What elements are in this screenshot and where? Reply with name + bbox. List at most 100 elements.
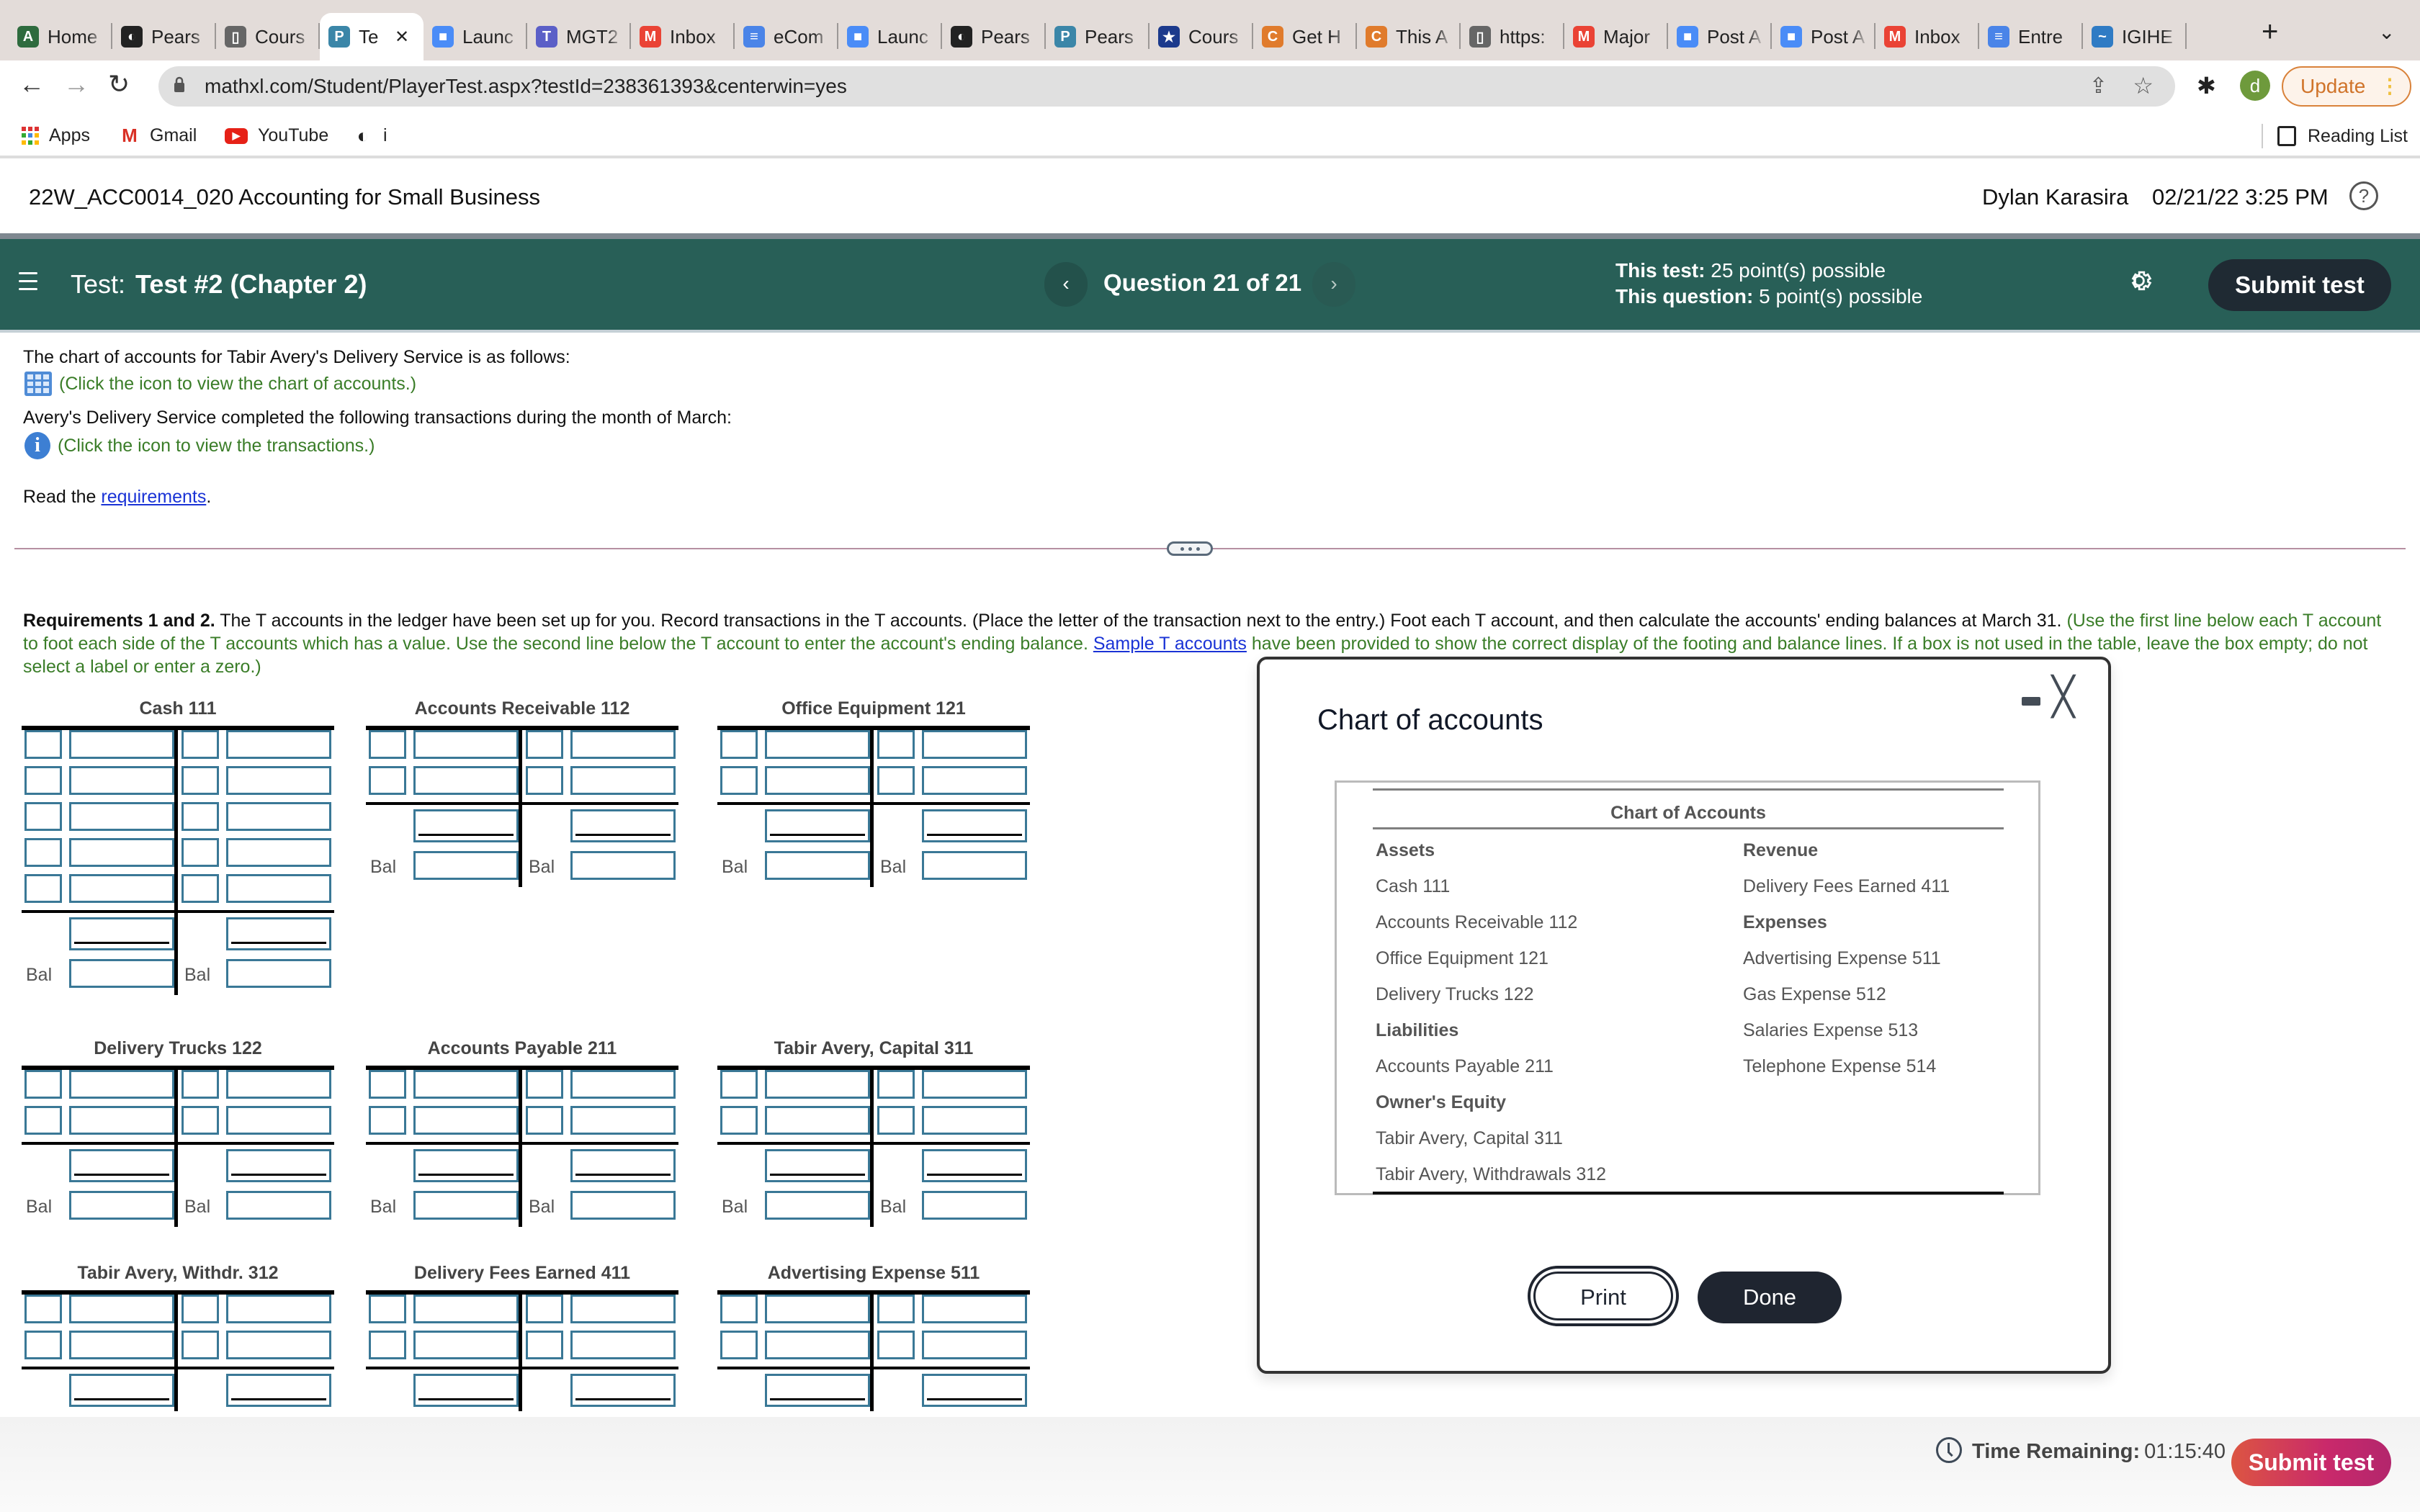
debit-letter-input[interactable] [369,1295,406,1323]
browser-tab[interactable]: ★ Cours [1150,13,1253,60]
debit-letter-input[interactable] [369,1331,406,1359]
debit-amount-input[interactable] [413,1295,519,1323]
debit-letter-input[interactable] [24,730,62,759]
debit-amount-input[interactable] [765,1070,870,1099]
debit-amount-input[interactable] [765,1295,870,1323]
debit-balance-input[interactable] [69,959,174,988]
debit-letter-input[interactable] [24,874,62,903]
reading-list-button[interactable]: Reading List [2262,124,2408,148]
debit-letter-input[interactable] [24,802,62,831]
debit-footing-input[interactable] [69,917,174,950]
credit-amount-input[interactable] [226,1106,331,1135]
url-text[interactable]: mathxl.com/Student/PlayerTest.aspx?testI… [205,75,847,98]
browser-tab[interactable]: ◐ Pears [942,13,1046,60]
credit-amount-input[interactable] [570,766,676,795]
debit-letter-input[interactable] [24,838,62,867]
debit-amount-input[interactable] [765,1106,870,1135]
credit-letter-input[interactable] [526,730,563,759]
sample-t-accounts-link[interactable]: Sample T accounts [1093,634,1247,654]
credit-letter-input[interactable] [877,766,915,795]
requirements-link[interactable]: requirements [101,487,206,507]
debit-footing-input[interactable] [69,1149,174,1182]
credit-amount-input[interactable] [570,1106,676,1135]
credit-amount-input[interactable] [922,766,1027,795]
credit-amount-input[interactable] [922,1331,1027,1359]
debit-letter-input[interactable] [24,1106,62,1135]
credit-amount-input[interactable] [570,730,676,759]
browser-tab[interactable]: ≡ eCom [735,13,838,60]
browser-tab[interactable]: M Inbox [631,13,735,60]
credit-letter-input[interactable] [182,874,219,903]
browser-tab[interactable]: C This A [1357,13,1461,60]
settings-gear-icon[interactable] [2123,265,2155,297]
debit-balance-input[interactable] [765,1191,870,1220]
credit-footing-input[interactable] [922,809,1027,842]
credit-letter-input[interactable] [877,1070,915,1099]
credit-footing-input[interactable] [226,917,331,950]
credit-letter-input[interactable] [526,1331,563,1359]
update-button[interactable]: Update ⋮ [2282,66,2411,107]
credit-amount-input[interactable] [570,1295,676,1323]
new-tab-button[interactable]: + [2262,16,2278,48]
browser-tab[interactable]: ■ Post A [1772,13,1876,60]
browser-tab[interactable]: ◐ Pears [112,13,216,60]
credit-letter-input[interactable] [182,1295,219,1323]
debit-amount-input[interactable] [765,1331,870,1359]
debit-footing-input[interactable] [413,1374,519,1407]
debit-footing-input[interactable] [413,809,519,842]
credit-letter-input[interactable] [182,802,219,831]
credit-amount-input[interactable] [570,1070,676,1099]
bookmark-star-icon[interactable]: ☆ [2133,72,2154,99]
close-tab-icon[interactable]: ✕ [395,27,409,48]
debit-amount-input[interactable] [69,1106,174,1135]
credit-footing-input[interactable] [226,1374,331,1407]
previous-question-button[interactable]: ‹ [1044,262,1088,307]
debit-amount-input[interactable] [69,874,174,903]
back-arrow-icon[interactable]: ← [19,69,45,99]
browser-tab[interactable]: ▯ Cours [216,13,320,60]
credit-letter-input[interactable] [182,1106,219,1135]
bookmark-gmail[interactable]: M Gmail [120,125,197,146]
credit-amount-input[interactable] [226,838,331,867]
browser-tab[interactable]: T MGT2 [527,13,631,60]
minimize-icon[interactable] [2022,697,2040,706]
credit-letter-input[interactable] [526,1295,563,1323]
debit-balance-input[interactable] [413,1191,519,1220]
debit-balance-input[interactable] [69,1191,174,1220]
credit-amount-input[interactable] [226,1331,331,1359]
credit-amount-input[interactable] [226,730,331,759]
transactions-link-row[interactable]: i (Click the icon to view the transactio… [24,432,375,459]
credit-amount-input[interactable] [922,730,1027,759]
debit-amount-input[interactable] [69,1331,174,1359]
debit-footing-input[interactable] [413,1149,519,1182]
credit-footing-input[interactable] [922,1374,1027,1407]
chart-of-accounts-link-row[interactable]: (Click the icon to view the chart of acc… [24,372,416,396]
credit-letter-input[interactable] [182,838,219,867]
print-button[interactable]: Print [1528,1266,1679,1326]
credit-letter-input[interactable] [182,766,219,795]
credit-letter-input[interactable] [182,1070,219,1099]
credit-footing-input[interactable] [922,1149,1027,1182]
debit-amount-input[interactable] [69,766,174,795]
browser-tab[interactable]: C Get H [1253,13,1357,60]
credit-letter-input[interactable] [526,1070,563,1099]
debit-footing-input[interactable] [765,809,870,842]
bookmark-apps[interactable]: Apps [22,125,90,146]
chart-of-accounts-link[interactable]: (Click the icon to view the chart of acc… [59,374,416,395]
debit-letter-input[interactable] [720,766,758,795]
submit-test-button-top[interactable]: Submit test [2208,259,2391,311]
credit-letter-input[interactable] [877,730,915,759]
debit-amount-input[interactable] [765,766,870,795]
credit-balance-input[interactable] [570,1191,676,1220]
credit-amount-input[interactable] [226,874,331,903]
credit-amount-input[interactable] [922,1070,1027,1099]
debit-letter-input[interactable] [720,1295,758,1323]
debit-amount-input[interactable] [413,1070,519,1099]
debit-letter-input[interactable] [720,1070,758,1099]
debit-letter-input[interactable] [369,766,406,795]
debit-footing-input[interactable] [765,1374,870,1407]
debit-amount-input[interactable] [69,1295,174,1323]
close-icon[interactable]: ╳ [2052,675,2074,719]
transactions-link[interactable]: (Click the icon to view the transactions… [58,436,375,456]
debit-letter-input[interactable] [369,1070,406,1099]
